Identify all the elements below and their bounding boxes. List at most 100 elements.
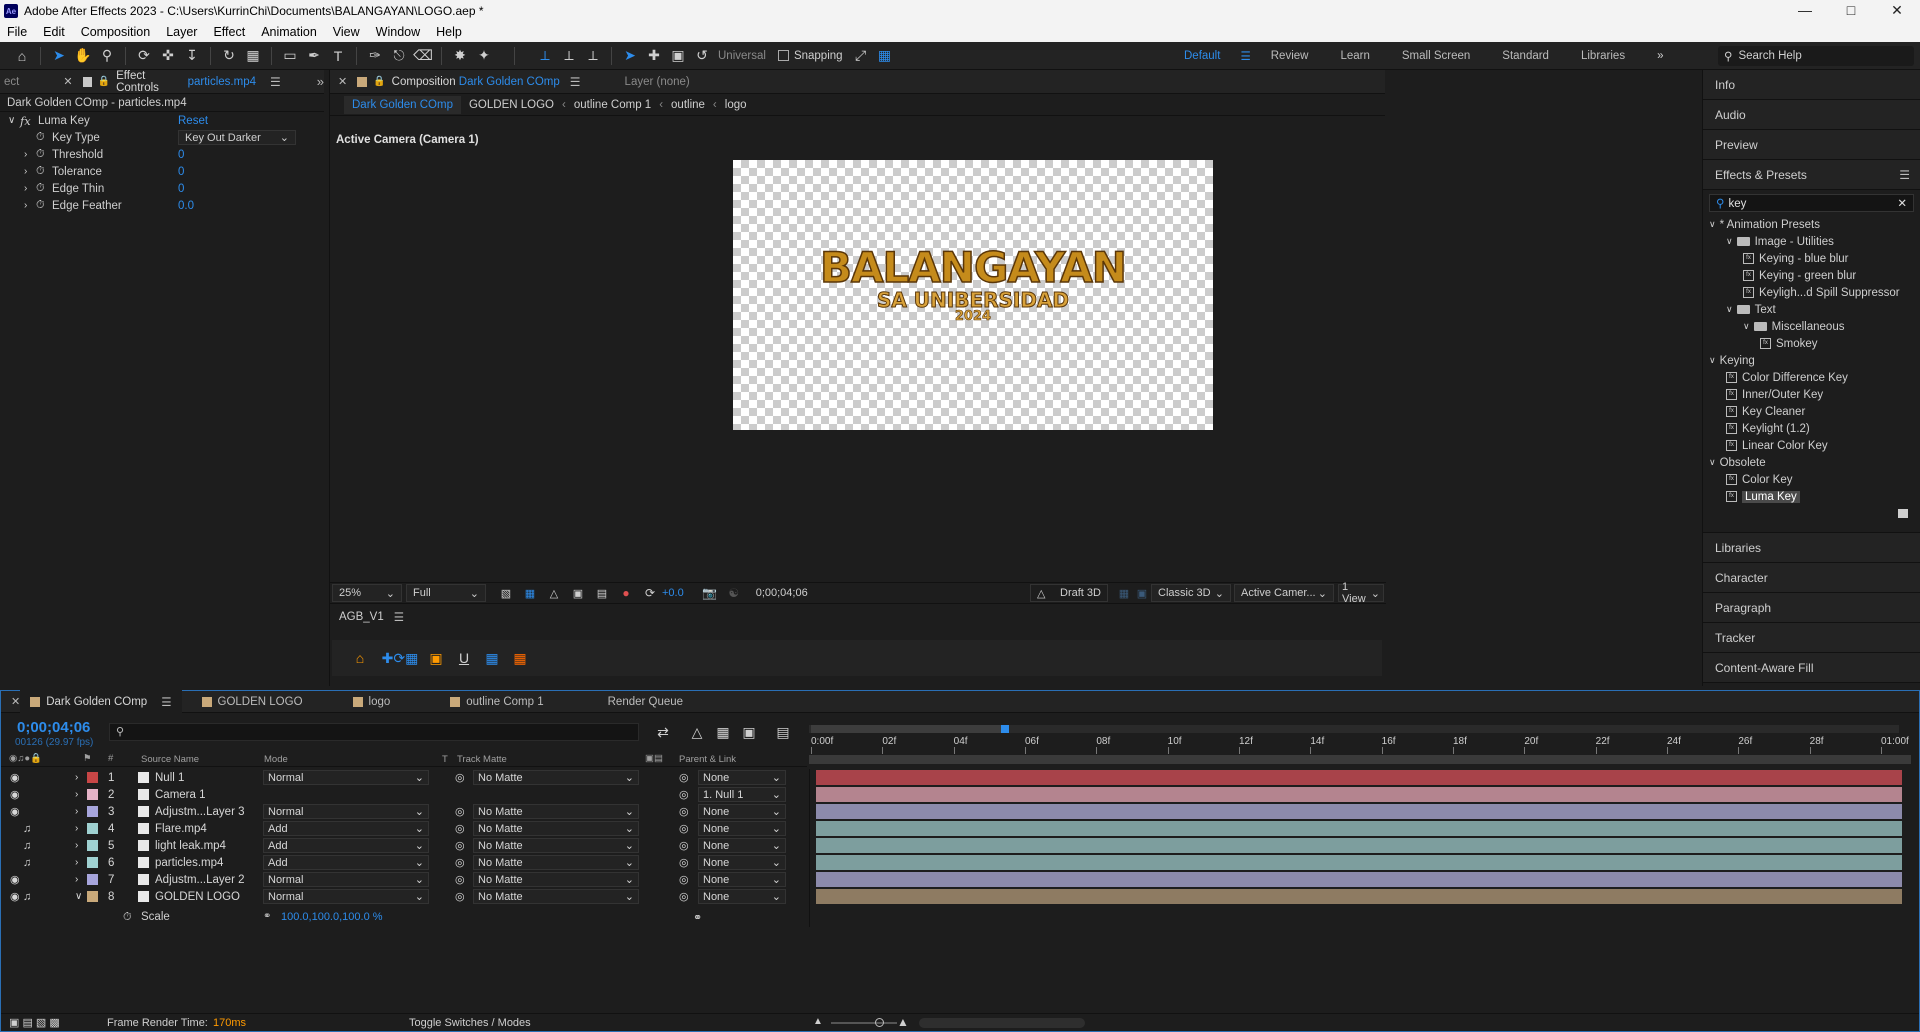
minimize-icon[interactable]: — [1782, 0, 1828, 22]
fast-preview-icon[interactable]: ▧ [494, 582, 518, 604]
blend-mode-dropdown[interactable]: Normal ⌄ [263, 889, 429, 904]
eye-icon[interactable]: ◉ [10, 803, 20, 820]
parent-dropdown[interactable]: None ⌄ [698, 770, 786, 785]
effects-tree-item[interactable]: fx Keylight (1.2) [1703, 420, 1920, 437]
effects-tree-item[interactable]: fx Keying - green blur [1703, 267, 1920, 284]
composition-viewer[interactable]: BALANGAYAN SA UNIBERSIDAD 2024 [733, 160, 1213, 430]
blend-mode-dropdown[interactable]: Normal ⌄ [263, 872, 429, 887]
eraser-tool-icon[interactable]: ⌫ [411, 45, 435, 67]
stopwatch-icon[interactable]: ⏱ [123, 911, 132, 924]
audio-icon[interactable]: ♫ [23, 854, 31, 871]
effects-presets-header[interactable]: Effects & Presets ☰ [1703, 160, 1920, 190]
zoom-slider[interactable] [831, 1022, 897, 1024]
info-panel-header[interactable]: Info [1703, 70, 1920, 100]
expand-chevron-icon[interactable]: ∨ [1709, 457, 1716, 468]
layer-row[interactable]: ◉ › 3 Adjustm...Layer 3 Normal ⌄ ◎ No Matte ⌄ ◎ No… [1, 803, 807, 820]
blend-mode-dropdown[interactable]: Add ⌄ [263, 821, 429, 836]
track-matte-dropdown[interactable]: No Matte ⌄ [473, 855, 639, 870]
stopwatch-icon[interactable]: ⏱ [36, 131, 45, 144]
rotate-gizmo-icon[interactable]: ↺ [690, 45, 714, 67]
expand-chevron-icon[interactable]: ∨ [1709, 219, 1716, 230]
layer-row[interactable]: ◉ ♫ ∨ 8 GOLDEN LOGO Normal ⌄ ◎ No Matte ⌄ ◎ None ⌄ [1, 888, 807, 905]
agb-box-icon[interactable]: ▣ [424, 647, 448, 669]
effects-tree-item[interactable]: fx Color Key [1703, 471, 1920, 488]
panel-menu-icon[interactable]: ☰ [394, 610, 404, 624]
track-matte-dropdown[interactable]: No Matte ⌄ [473, 770, 639, 785]
label-color-swatch[interactable] [87, 772, 98, 783]
footer-toggle-icons[interactable]: ▣ ▤ ▧ ▩ [9, 1016, 60, 1029]
eye-icon[interactable]: ◉ [10, 786, 20, 803]
pen-tool-icon[interactable]: ✒ [302, 45, 326, 67]
parent-dropdown[interactable]: None ⌄ [698, 872, 786, 887]
parent-link-column[interactable]: Parent & Link [679, 754, 736, 765]
show-snapshot-icon[interactable]: ☯ [722, 582, 746, 604]
graph-editor-icon[interactable]: ▤ [771, 721, 795, 743]
snapshot-icon[interactable]: 📷 [698, 582, 722, 604]
matte-pickwhip-icon[interactable]: ◎ [455, 803, 465, 820]
parent-dropdown[interactable]: 1. Null 1 ⌄ [698, 787, 786, 802]
puppet-pin-icon[interactable]: ✦ [472, 45, 496, 67]
close-icon[interactable]: ✕ [1874, 0, 1920, 22]
track-matte-dropdown[interactable]: No Matte ⌄ [473, 838, 639, 853]
parent-dropdown[interactable]: None ⌄ [698, 838, 786, 853]
roto-brush-icon[interactable]: ✸ [448, 45, 472, 67]
effects-tree-item[interactable]: fx Keyligh...d Spill Suppressor [1703, 284, 1920, 301]
layer-name[interactable]: particles.mp4 [155, 857, 223, 869]
layer-duration-bar[interactable] [816, 787, 1902, 802]
transparency-grid-icon[interactable]: ▦ [518, 582, 542, 604]
source-name-column[interactable]: Source Name [141, 754, 199, 765]
agb-settings-icon[interactable]: ▦ [508, 647, 532, 669]
panel-menu-icon[interactable]: ☰ [570, 75, 581, 89]
workspace-default[interactable]: Default [1168, 50, 1236, 62]
expand-chevron-icon[interactable]: › [24, 166, 27, 177]
effects-tree-item[interactable]: ∨ Obsolete [1703, 454, 1920, 471]
draft-3d-toggle[interactable]: △ Draft 3D [1030, 584, 1108, 602]
layer-duration-bar[interactable] [816, 889, 1902, 904]
expand-chevron-icon[interactable]: › [75, 769, 78, 786]
snap-grid-icon[interactable]: ▦ [873, 45, 897, 67]
matte-pickwhip-icon[interactable]: ◎ [455, 854, 465, 871]
panel-menu-icon[interactable]: ☰ [1899, 168, 1910, 182]
zoom-in-icon[interactable]: ▲ [897, 1015, 909, 1029]
current-time[interactable]: 0;00;04;06 [17, 719, 90, 736]
expand-chevron-icon[interactable]: ∨ [1743, 321, 1750, 332]
draft-3d-timeline-icon[interactable]: △ [685, 721, 709, 743]
layer-name[interactable]: Adjustm...Layer 3 [155, 806, 244, 818]
pickwhip-icon[interactable]: ⚭ [693, 911, 702, 924]
menu-layer[interactable]: Layer [158, 25, 205, 39]
brush-tool-icon[interactable]: ✑ [363, 45, 387, 67]
zoom-out-icon[interactable]: ▲ [813, 1016, 823, 1027]
scale-value[interactable]: 100.0,100.0,100.0 % [281, 911, 383, 923]
blend-mode-dropdown[interactable]: Add ⌄ [263, 838, 429, 853]
parent-pickwhip-icon[interactable]: ◎ [679, 854, 689, 871]
layer-name[interactable]: Adjustm...Layer 2 [155, 874, 244, 886]
effects-tree-item[interactable]: fx Linear Color Key [1703, 437, 1920, 454]
world-axis-icon[interactable]: ⟂ [557, 45, 581, 67]
color-channels-icon[interactable]: ● [614, 582, 638, 604]
expand-chevron-icon[interactable]: › [75, 837, 78, 854]
label-color-swatch[interactable] [87, 874, 98, 885]
expand-chevron-icon[interactable]: ∨ [1709, 355, 1716, 366]
timeline-tab[interactable]: GOLDEN LOGO [192, 690, 313, 714]
audio-icon[interactable]: ♫ [23, 888, 31, 905]
paragraph-panel-header[interactable]: Paragraph [1703, 593, 1920, 623]
preview-panel-header[interactable]: Preview [1703, 130, 1920, 160]
effects-tree-item[interactable]: fx Inner/Outer Key [1703, 386, 1920, 403]
expand-chevron-icon[interactable]: › [75, 854, 78, 871]
region-of-interest-icon[interactable]: ▣ [566, 582, 590, 604]
effects-tree-item[interactable]: ∨ Keying [1703, 352, 1920, 369]
menu-window[interactable]: Window [368, 25, 428, 39]
toggle-switches-modes[interactable]: Toggle Switches / Modes [409, 1017, 531, 1029]
view-axis-icon[interactable]: ⟂ [581, 45, 605, 67]
effect-row-luma-key[interactable]: ∨ fx Luma Key Reset [0, 112, 324, 129]
selection-tool-icon[interactable]: ➤ [47, 45, 71, 67]
workspace-learn[interactable]: Learn [1324, 50, 1385, 62]
clear-search-icon[interactable]: ✕ [1897, 196, 1907, 210]
layer-name[interactable]: light leak.mp4 [155, 840, 226, 852]
breadcrumb-item[interactable]: GOLDEN LOGO [461, 99, 562, 111]
audio-icon[interactable]: ♫ [23, 837, 31, 854]
universal-move-icon[interactable]: ➤ [618, 45, 642, 67]
audio-icon[interactable]: ♫ [23, 820, 31, 837]
layer-row[interactable]: ◉ › 2 Camera 1 ◎ 1. Null 1 ⌄ [1, 786, 807, 803]
close-tab-icon[interactable]: ✕ [63, 75, 72, 88]
